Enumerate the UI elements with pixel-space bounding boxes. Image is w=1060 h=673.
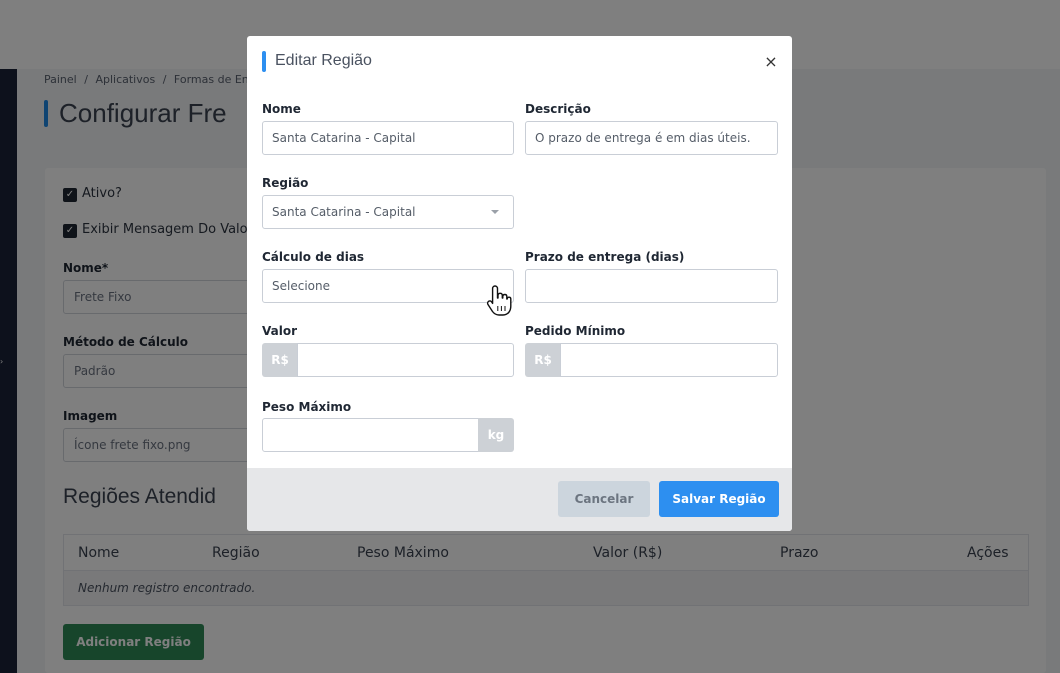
pedido-minimo-label: Pedido Mínimo <box>525 324 626 338</box>
pedido-minimo-currency-addon: R$ <box>525 343 561 377</box>
prazo-input[interactable] <box>525 269 778 303</box>
regiao-select-value: Santa Catarina - Capital <box>272 205 416 219</box>
edit-region-modal: Editar Região × Nome Santa Catarina - Ca… <box>247 36 792 531</box>
descricao-input[interactable]: O prazo de entrega é em dias úteis. <box>525 121 778 155</box>
calculo-dias-label: Cálculo de dias <box>262 250 365 264</box>
calculo-dias-select[interactable]: Selecione <box>262 269 514 303</box>
prazo-label: Prazo de entrega (dias) <box>525 250 685 264</box>
peso-unit-addon: kg <box>478 418 514 452</box>
save-region-button[interactable]: Salvar Região <box>659 481 779 517</box>
nome-label: Nome <box>262 102 301 116</box>
hand-pointer-icon <box>486 285 512 316</box>
modal-footer: Cancelar Salvar Região <box>247 468 792 531</box>
nome-input[interactable]: Santa Catarina - Capital <box>262 121 514 155</box>
pedido-minimo-input[interactable] <box>560 343 778 377</box>
close-icon[interactable]: × <box>763 53 779 71</box>
valor-currency-addon: R$ <box>262 343 298 377</box>
peso-maximo-input[interactable] <box>262 418 479 452</box>
regiao-select[interactable]: Santa Catarina - Capital <box>262 195 514 229</box>
cancel-button[interactable]: Cancelar <box>558 481 650 517</box>
chevron-down-icon <box>491 210 499 214</box>
valor-label: Valor <box>262 324 298 338</box>
valor-input[interactable] <box>297 343 514 377</box>
modal-title: Editar Região <box>275 52 372 69</box>
regiao-label: Região <box>262 176 309 190</box>
peso-maximo-label: Peso Máximo <box>262 400 352 414</box>
modal-title-accent <box>262 51 266 72</box>
descricao-label: Descrição <box>525 102 591 116</box>
